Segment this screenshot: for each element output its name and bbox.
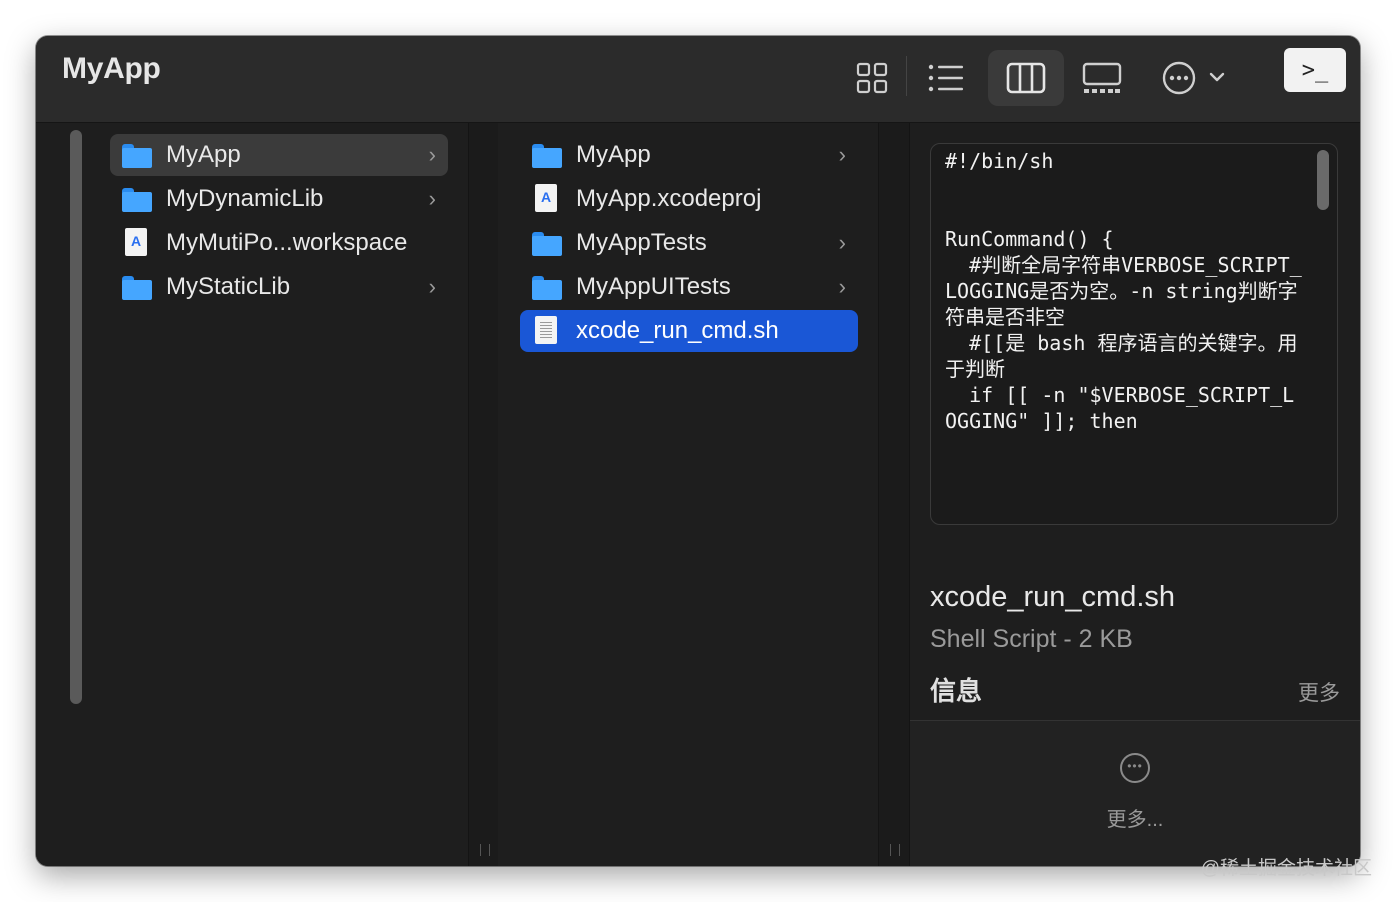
item-name: MyApp: [576, 141, 651, 168]
list-item[interactable]: A MyMutiPo...workspace: [110, 222, 448, 264]
chevron-right-icon: ›: [428, 186, 436, 211]
item-name: MyDynamicLib: [166, 185, 324, 212]
preview-pane: #!/bin/sh RunCommand() { #判断全局字符串VERBOSE…: [910, 123, 1360, 866]
window-title: MyApp: [62, 52, 161, 85]
code-text: #!/bin/sh RunCommand() { #判断全局字符串VERBOSE…: [945, 149, 1302, 433]
info-heading: 信息: [930, 676, 983, 706]
item-name: MyAppUITests: [576, 273, 731, 300]
shell-script-icon: [532, 316, 562, 344]
more-icon[interactable]: •••: [1120, 753, 1150, 783]
terminal-icon: >_: [1301, 57, 1329, 83]
folder-icon: [122, 186, 152, 212]
list-item[interactable]: MyAppTests ›: [520, 222, 858, 264]
list-item[interactable]: xcode_run_cmd.sh: [520, 310, 858, 352]
watermark: @稀土掘金技术社区: [1200, 858, 1372, 879]
chevron-right-icon: ›: [428, 142, 436, 167]
info-more-link[interactable]: 更多: [1298, 677, 1340, 707]
folder-icon: [532, 274, 562, 300]
column-2: MyApp › A MyApp.xcodeproj MyAppTests › M…: [498, 123, 878, 866]
more-actions-icon[interactable]: [1156, 50, 1236, 106]
list-item[interactable]: MyApp ›: [520, 134, 858, 176]
grid-view-icon[interactable]: [840, 50, 904, 106]
toolbar: MyApp >_: [36, 36, 1360, 123]
column1-scrollbar[interactable]: [70, 130, 82, 704]
chevron-right-icon: ›: [838, 230, 846, 255]
column-1: MyApp › MyDynamicLib › A MyMutiPo...work…: [88, 123, 468, 866]
folder-icon: [532, 230, 562, 256]
preview-file-name: xcode_run_cmd.sh: [930, 581, 1176, 613]
toolbar-separator: [906, 56, 907, 96]
list-view-icon[interactable]: [914, 50, 978, 106]
folder-icon: [122, 142, 152, 168]
folder-icon: [122, 274, 152, 300]
xcodeproj-icon: A: [532, 184, 562, 212]
gallery-view-icon[interactable]: [1070, 50, 1134, 106]
list-item[interactable]: MyStaticLib ›: [110, 266, 448, 308]
item-name: MyApp: [166, 141, 241, 168]
list-item[interactable]: MyAppUITests ›: [520, 266, 858, 308]
more-button[interactable]: 更多...: [910, 803, 1360, 832]
item-name: MyAppTests: [576, 229, 707, 256]
terminal-button[interactable]: >_: [1284, 48, 1346, 92]
code-preview[interactable]: #!/bin/sh RunCommand() { #判断全局字符串VERBOSE…: [930, 143, 1338, 525]
column-resize-handle[interactable]: [468, 123, 500, 866]
item-name: MyStaticLib: [166, 273, 291, 300]
code-scrollbar[interactable]: [1317, 150, 1329, 210]
item-name: MyMutiPo...workspace: [166, 229, 408, 256]
folder-icon: [532, 142, 562, 168]
chevron-right-icon: ›: [838, 142, 846, 167]
chevron-right-icon: ›: [428, 274, 436, 299]
list-item[interactable]: MyApp ›: [110, 134, 448, 176]
column-resize-handle[interactable]: [878, 123, 910, 866]
sidebar-strip: [36, 123, 60, 866]
finder-window: MyApp >_ MyApp › MyDynamicLib › A MyMuti…: [36, 36, 1360, 866]
workspace-icon: A: [122, 228, 152, 256]
list-item[interactable]: MyDynamicLib ›: [110, 178, 448, 220]
column-view-icon[interactable]: [988, 50, 1064, 106]
chevron-right-icon: ›: [838, 274, 846, 299]
item-name: MyApp.xcodeproj: [576, 185, 762, 212]
list-item[interactable]: A MyApp.xcodeproj: [520, 178, 858, 220]
preview-actions: ••• 更多...: [910, 721, 1360, 866]
preview-file-kind: Shell Script - 2 KB: [930, 625, 1133, 653]
item-name: xcode_run_cmd.sh: [576, 317, 779, 344]
